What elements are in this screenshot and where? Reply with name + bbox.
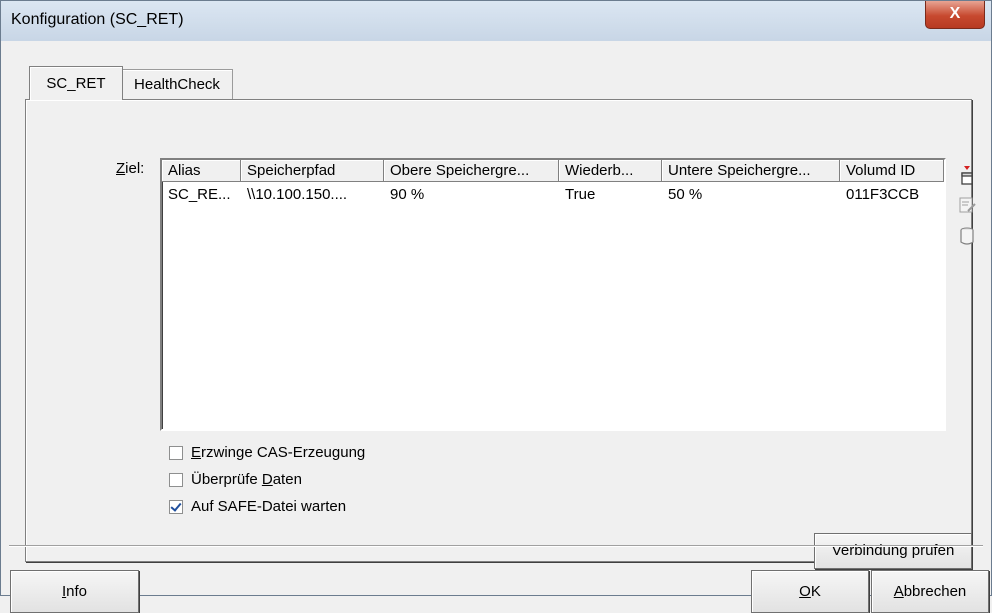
cell-wiederb: True (565, 186, 596, 203)
info-button[interactable]: Info (10, 570, 139, 613)
cell-obere: 90 % (390, 186, 425, 203)
verbindung-pruefen-button[interactable]: Verbindung prüfen (814, 533, 972, 569)
column-header-alias[interactable]: Alias (162, 160, 241, 182)
list-header: Alias Speicherpfad Obere Speichergre... … (162, 160, 944, 184)
column-header-wiederb[interactable]: Wiederb... (559, 160, 662, 182)
cell-alias: SC_RE... (168, 186, 231, 203)
close-button[interactable]: X (925, 1, 985, 29)
dialog-window: Konfiguration (SC_RET) X SC_RET HealthCh… (0, 0, 992, 613)
ziel-listview[interactable]: Alias Speicherpfad Obere Speichergre... … (160, 158, 946, 431)
add-icon[interactable] (956, 164, 978, 186)
column-header-speicherpfad[interactable]: Speicherpfad (241, 160, 384, 182)
ok-button[interactable]: OK (751, 570, 869, 613)
cancel-button[interactable]: Abbrechen (871, 570, 989, 613)
delete-icon[interactable] (956, 225, 978, 247)
separator (9, 545, 983, 547)
table-row[interactable]: SC_RE... \\10.100.150.... 90 % True 50 %… (162, 184, 944, 206)
erzwinge-cas-label: Erzwinge CAS-Erzeugung (191, 444, 366, 461)
tab-healthcheck[interactable]: HealthCheck (121, 69, 233, 100)
cell-speicherpfad: \\10.100.150.... (247, 186, 348, 203)
dialog-client: SC_RET HealthCheck Ziel: Alias Speicherp… (9, 41, 989, 613)
ueberpruefe-daten-box[interactable] (169, 473, 183, 487)
ziel-label: Ziel: (116, 160, 145, 177)
cell-volumd-id: 011F3CCB (846, 186, 920, 203)
tab-panel: Ziel: Alias Speicherpfad Obere Speicherg… (25, 99, 976, 569)
tab-sc-ret[interactable]: SC_RET (29, 66, 123, 100)
column-header-volumd-id[interactable]: Volumd ID (840, 160, 944, 182)
erzwinge-cas-box[interactable] (169, 446, 183, 460)
auf-safe-box[interactable] (169, 500, 183, 514)
auf-safe-label: Auf SAFE-Datei warten (191, 498, 347, 515)
window-title: Konfiguration (SC_RET) (11, 11, 184, 28)
edit-icon[interactable] (956, 194, 978, 216)
column-header-obere[interactable]: Obere Speichergre... (384, 160, 559, 182)
title-bar: Konfiguration (SC_RET) X (1, 1, 991, 41)
ueberpruefe-daten-label: Überprüfe Daten (191, 471, 302, 488)
column-header-untere[interactable]: Untere Speichergre... (662, 160, 840, 182)
cell-untere: 50 % (668, 186, 703, 203)
